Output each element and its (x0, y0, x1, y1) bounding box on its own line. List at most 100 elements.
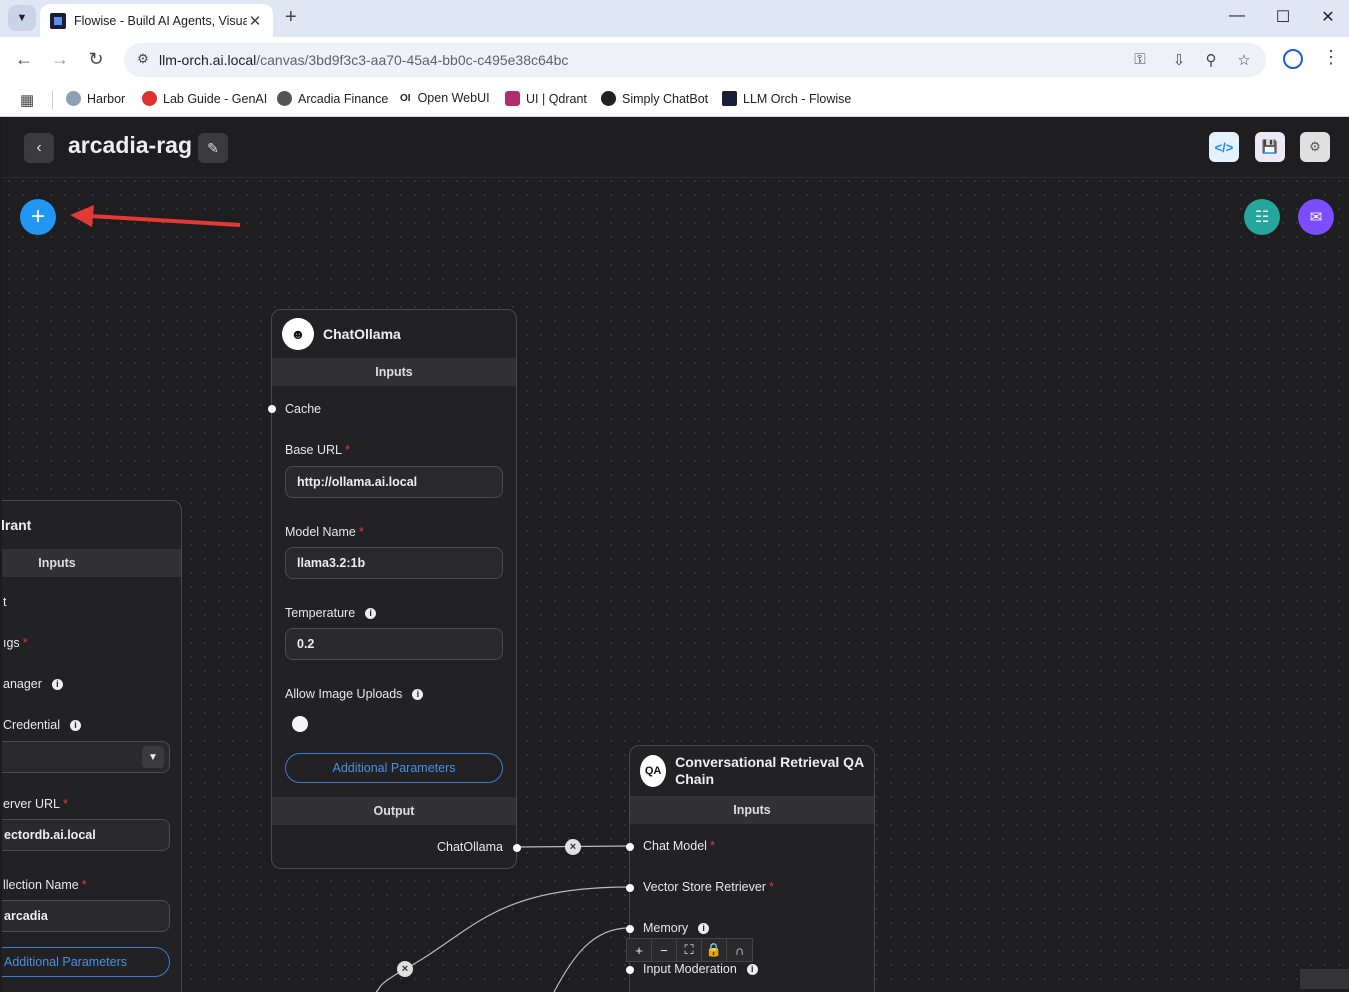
close-icon: × (401, 963, 409, 975)
chatbot-icon (601, 91, 616, 106)
red-annotation-arrow (70, 205, 241, 227)
harbor-icon (66, 91, 81, 106)
gear-icon: ⚙ (1309, 139, 1321, 154)
password-key-icon[interactable]: ⚿ (1130, 51, 1150, 68)
back-button[interactable]: ‹ (24, 133, 54, 163)
chat-model-label: Chat Model * (643, 839, 715, 853)
inputs-section-header: Inputs (630, 796, 874, 824)
cache-input-handle[interactable] (268, 405, 276, 413)
chevron-down-icon: ▼ (16, 12, 28, 24)
back-arrow-icon[interactable]: ← (13, 49, 35, 70)
info-icon[interactable]: i (412, 689, 424, 701)
delete-edge-button[interactable]: × (397, 961, 413, 977)
info-icon[interactable]: i (69, 720, 81, 732)
info-icon[interactable]: i (51, 679, 63, 691)
bookmark-simply-chatbot[interactable]: Simply ChatBot (601, 91, 708, 106)
flowise-icon (722, 91, 737, 106)
close-icon[interactable]: ✕ (247, 12, 263, 30)
chevron-down-icon[interactable]: ▼ (142, 746, 164, 768)
maximize-icon[interactable]: ☐ (1273, 7, 1293, 27)
window-close-icon[interactable]: ✕ (1318, 7, 1338, 27)
node-header: lrant (2, 501, 181, 549)
tab-search-button[interactable]: ▼ (8, 5, 36, 31)
bookmark-arcadia[interactable]: Arcadia Finance (277, 91, 388, 106)
edit-title-button[interactable]: ✎ (198, 133, 228, 163)
reload-icon[interactable]: ↻ (85, 49, 107, 70)
bookmark-open-webui[interactable]: OI Open WebUI (400, 91, 490, 105)
connect-credential-label: Credential i (3, 718, 81, 732)
edge-retriever (375, 886, 630, 992)
chevron-left-icon: ‹ (36, 139, 42, 156)
active-tab[interactable]: Flowise - Build AI Agents, Visua ✕ (40, 4, 273, 37)
browser-menu-icon[interactable]: ⋮ (1322, 47, 1340, 68)
react-flow-attribution[interactable] (1300, 969, 1349, 989)
collection-name-label: llection Name * (3, 878, 87, 892)
zoom-icon[interactable]: ⚲ (1201, 51, 1221, 69)
additional-parameters-button[interactable]: Additional Parameters (2, 947, 170, 977)
node-title: lrant (2, 516, 32, 533)
flow-title: arcadia-rag (68, 132, 193, 158)
allow-image-uploads-toggle[interactable] (292, 716, 308, 732)
temperature-input[interactable]: 0.2 (285, 628, 503, 660)
bookmark-lab-guide[interactable]: Lab Guide - GenAI (142, 91, 267, 106)
tab-strip: ▼ Flowise - Build AI Agents, Visua ✕ + —… (0, 0, 1349, 37)
base-url-label: Base URL * (285, 443, 350, 457)
flowise-canvas[interactable]: ‹ arcadia-rag ✎ </> 💾 ⚙ + ☷ ✉ × × ☻ Chat… (2, 118, 1349, 992)
qdrant-icon (505, 91, 520, 106)
node-title: Conversational Retrieval QA Chain (675, 754, 864, 787)
magnet-icon[interactable]: ∩ (727, 939, 752, 961)
base-url-input[interactable]: http://ollama.ai.local (285, 466, 503, 498)
qa-chain-icon: QA (640, 755, 667, 787)
output-chatollama-label: ChatOllama (437, 840, 503, 854)
info-icon[interactable]: i (746, 964, 758, 976)
info-icon[interactable]: i (698, 923, 710, 935)
settings-button[interactable]: ⚙ (1300, 132, 1330, 162)
upsert-vector-db-button[interactable]: ☷ (1244, 199, 1280, 235)
site-settings-icon[interactable]: ⚙ (134, 51, 152, 69)
install-app-icon[interactable]: ⇩ (1169, 51, 1189, 69)
fit-view-icon[interactable]: ⛶ (677, 939, 702, 961)
url-text[interactable]: llm-orch.ai.local/canvas/3bd9f3c3-aa70-4… (159, 52, 568, 68)
zoom-in-icon[interactable]: + (627, 939, 652, 961)
qdrant-node[interactable]: lrant Inputs t ıgs * anager i Credential i … (2, 500, 182, 992)
add-nodes-button[interactable]: + (20, 199, 56, 235)
new-tab-button[interactable]: + (285, 6, 297, 29)
server-url-input[interactable]: ectordb.ai.local (2, 819, 170, 851)
input-moderation-handle[interactable] (626, 966, 634, 974)
pencil-icon: ✎ (207, 139, 219, 156)
bookmark-qdrant[interactable]: UI | Qdrant (505, 91, 587, 106)
output-section-header: Output (272, 797, 516, 825)
tab-title: Flowise - Build AI Agents, Visua (74, 13, 247, 28)
info-icon[interactable]: i (365, 608, 377, 620)
node-header: ☻ ChatOllama (272, 310, 516, 358)
flowise-favicon-icon (50, 12, 66, 29)
additional-parameters-button[interactable]: Additional Parameters (285, 753, 503, 783)
canvas-controls: + − ⛶ 🔒 ∩ (626, 938, 753, 962)
omnibox[interactable]: ⚙ llm-orch.ai.local/canvas/3bd9f3c3-aa70… (124, 43, 1266, 77)
chat-model-input-handle[interactable] (626, 843, 634, 851)
retriever-input-handle[interactable] (626, 884, 634, 892)
delete-edge-button[interactable]: × (565, 839, 581, 855)
lock-icon[interactable]: 🔒 (702, 939, 727, 961)
record-manager-label: anager i (3, 677, 63, 691)
chatollama-node[interactable]: ☻ ChatOllama Inputs Cache Base URL * http… (268, 309, 521, 869)
model-name-input[interactable]: llama3.2:1b (285, 547, 503, 579)
bookmark-star-icon[interactable]: ☆ (1234, 51, 1254, 69)
collection-name-input[interactable]: arcadia (2, 900, 170, 932)
profile-avatar-icon[interactable] (1283, 49, 1303, 69)
zoom-out-icon[interactable]: − (652, 939, 677, 961)
bookmark-llm-orch[interactable]: LLM Orch - Flowise (722, 91, 851, 106)
ollama-llama-icon: ☻ (282, 318, 314, 350)
apps-grid-icon[interactable]: ▦ (20, 91, 34, 109)
f5-icon (142, 91, 157, 106)
bookmark-harbor[interactable]: Harbor (66, 91, 125, 106)
chat-button[interactable]: ✉ (1298, 199, 1334, 235)
forward-arrow-icon[interactable]: → (49, 49, 71, 70)
save-flow-button[interactable]: 💾 (1255, 132, 1285, 162)
plus-icon: + (30, 203, 45, 230)
chatollama-output-handle[interactable] (513, 844, 521, 852)
save-icon: 💾 (1261, 139, 1279, 154)
minimize-icon[interactable]: — (1227, 7, 1247, 25)
api-endpoint-button[interactable]: </> (1209, 132, 1239, 162)
memory-input-handle[interactable] (626, 925, 634, 933)
